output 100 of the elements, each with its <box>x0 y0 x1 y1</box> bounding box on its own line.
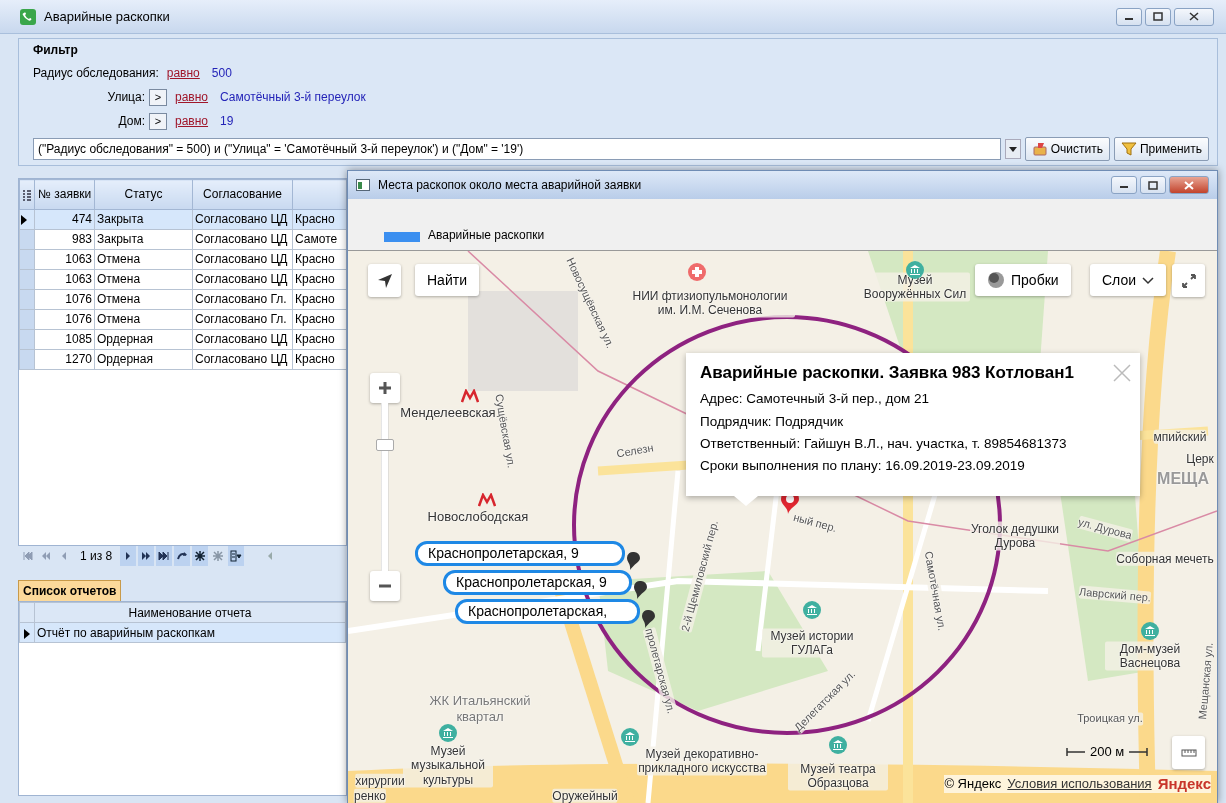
balloon-text: Адрес: Самотечный 3-й пер., дом 21 <box>700 391 930 408</box>
minimize-button[interactable] <box>1116 7 1142 26</box>
row-pointer-icon <box>20 214 28 227</box>
double-right-icon <box>140 550 153 562</box>
map-logo: Яндекс <box>1157 775 1211 793</box>
dropdown-button[interactable] <box>1004 139 1021 160</box>
window-icon <box>356 179 370 191</box>
marker-label[interactable]: Краснопролетарская, <box>455 599 640 624</box>
record-position: 1 из 8 <box>79 548 114 564</box>
navigator-button[interactable] <box>138 546 155 566</box>
table-cell: Отмена <box>94 269 193 290</box>
filter-value[interactable]: 500 <box>207 66 232 81</box>
apply-button[interactable]: Применить <box>1114 137 1209 162</box>
row-pointer-icon <box>23 627 31 640</box>
map-label: хирургии <box>355 773 405 789</box>
table-cell: Согласовано ЦД <box>192 349 293 370</box>
filter-value[interactable]: 19 <box>216 114 234 129</box>
table-cell: 1076 <box>34 289 95 310</box>
arrow-icon <box>376 272 393 289</box>
traffic-button[interactable]: Пробки <box>975 264 1071 296</box>
fullscreen-button[interactable] <box>1172 264 1205 297</box>
clear-button[interactable]: Очистить <box>1024 137 1110 162</box>
traffic-light-icon <box>987 271 1005 289</box>
medical-cross-icon <box>688 263 706 281</box>
zoom-out-button[interactable] <box>370 571 400 601</box>
maximize-button[interactable] <box>1145 7 1171 26</box>
maximize-icon <box>1153 12 1163 21</box>
close-icon <box>1184 180 1194 190</box>
table-cell: Закрыта <box>94 229 193 250</box>
filter-value[interactable]: Самотёчный 3-й переулок <box>216 90 366 105</box>
table-cell: 983 <box>34 229 95 250</box>
operator-link[interactable]: равно <box>162 66 204 81</box>
marker-label[interactable]: Краснопролетарская, 9 <box>415 541 625 566</box>
table-cell: 1085 <box>34 329 95 350</box>
search-button[interactable]: Найти <box>415 264 479 296</box>
map-pin-icon <box>634 580 648 600</box>
toggle-button[interactable]: > <box>149 88 167 106</box>
maximize-button[interactable] <box>1140 176 1166 194</box>
table-cell: Отмена <box>94 309 193 330</box>
column-header[interactable]: Наименование отчета <box>34 602 346 623</box>
museum-icon <box>439 724 457 742</box>
filter-expression-field[interactable]: ("Радиус обследования" = 500) и ("Улица" = 'Самотёчный 3-й переулок') и ("Дом" = '19') <box>33 138 1001 161</box>
table-cell: 1076 <box>34 309 95 330</box>
copyright-text: © Яндекс <box>944 776 1002 792</box>
map-label: Уголок дедушки Дурова <box>970 521 1060 551</box>
scale-bar-icon <box>1128 745 1149 758</box>
expand-icon <box>1180 272 1197 289</box>
marker-label[interactable]: Краснопролетарская, 9 <box>443 570 632 595</box>
map-pin-icon <box>642 609 656 629</box>
map-pin-icon <box>627 551 641 571</box>
minimize-button[interactable] <box>1111 176 1137 194</box>
first-record-icon <box>22 550 34 562</box>
metro-icon <box>461 389 479 403</box>
navigator-button[interactable] <box>156 546 173 566</box>
locate-button[interactable] <box>368 264 401 297</box>
map-label: Менделеевская <box>400 405 496 421</box>
asterisk-icon <box>194 550 207 562</box>
filter-label: Улица: <box>106 90 145 105</box>
table-cell: Согласовано Гл. <box>192 289 293 310</box>
map-label: Музей театра Образцова <box>788 761 888 791</box>
filter-title: Фильтр <box>33 43 79 58</box>
table-cell: Согласовано ЦД <box>192 249 293 270</box>
table-cell: 1063 <box>34 249 95 270</box>
operator-link[interactable]: равно <box>171 90 213 105</box>
caret-icon <box>1007 145 1018 154</box>
terms-link[interactable]: Условия использования <box>1007 776 1152 792</box>
close-button[interactable] <box>1169 176 1209 194</box>
navigator-button[interactable] <box>120 546 137 566</box>
legend-label: Аварийные раскопки <box>428 227 545 242</box>
asterisk-icon <box>212 550 225 562</box>
column-header[interactable]: Статус <box>94 179 193 210</box>
columns-dropdown-icon <box>230 550 243 562</box>
table-cell: Согласовано ЦД <box>192 229 293 250</box>
toggle-button[interactable]: > <box>149 112 167 130</box>
double-left-icon <box>40 550 52 562</box>
table-cell: Отмена <box>94 289 193 310</box>
close-button[interactable] <box>1174 7 1214 26</box>
museum-icon <box>829 736 847 754</box>
curved-arrow-icon <box>176 550 189 562</box>
zoom-in-button[interactable] <box>370 373 400 403</box>
table-cell: Согласовано Гл. <box>192 309 293 330</box>
operator-link[interactable]: равно <box>171 114 213 129</box>
column-header[interactable]: № заявки <box>34 179 95 210</box>
metro-icon <box>478 493 496 507</box>
reports-tab[interactable]: Список отчетов <box>18 580 122 602</box>
map-label: Музей музыкальной культуры <box>403 744 493 788</box>
museum-icon <box>1141 622 1159 640</box>
navigator-button[interactable] <box>192 546 209 566</box>
map-label: Соборная мечеть <box>1116 551 1214 567</box>
table-cell: Ордерная <box>94 349 193 370</box>
navigator-button[interactable] <box>174 546 191 566</box>
street-label: Троицкая ул. <box>1077 712 1143 726</box>
layers-button[interactable]: Слои <box>1090 264 1167 296</box>
scale-bar-icon <box>1066 745 1086 758</box>
column-header[interactable]: Согласование <box>192 179 293 210</box>
close-icon <box>1112 363 1132 383</box>
table-cell: Согласовано ЦД <box>192 329 293 350</box>
navigator-button[interactable] <box>228 546 245 566</box>
balloon-text: Сроки выполнения по плану: 16.09.2019-23.09.2019 <box>700 457 1026 475</box>
map-label: Музей декоративно-прикладного искусства <box>637 746 767 776</box>
